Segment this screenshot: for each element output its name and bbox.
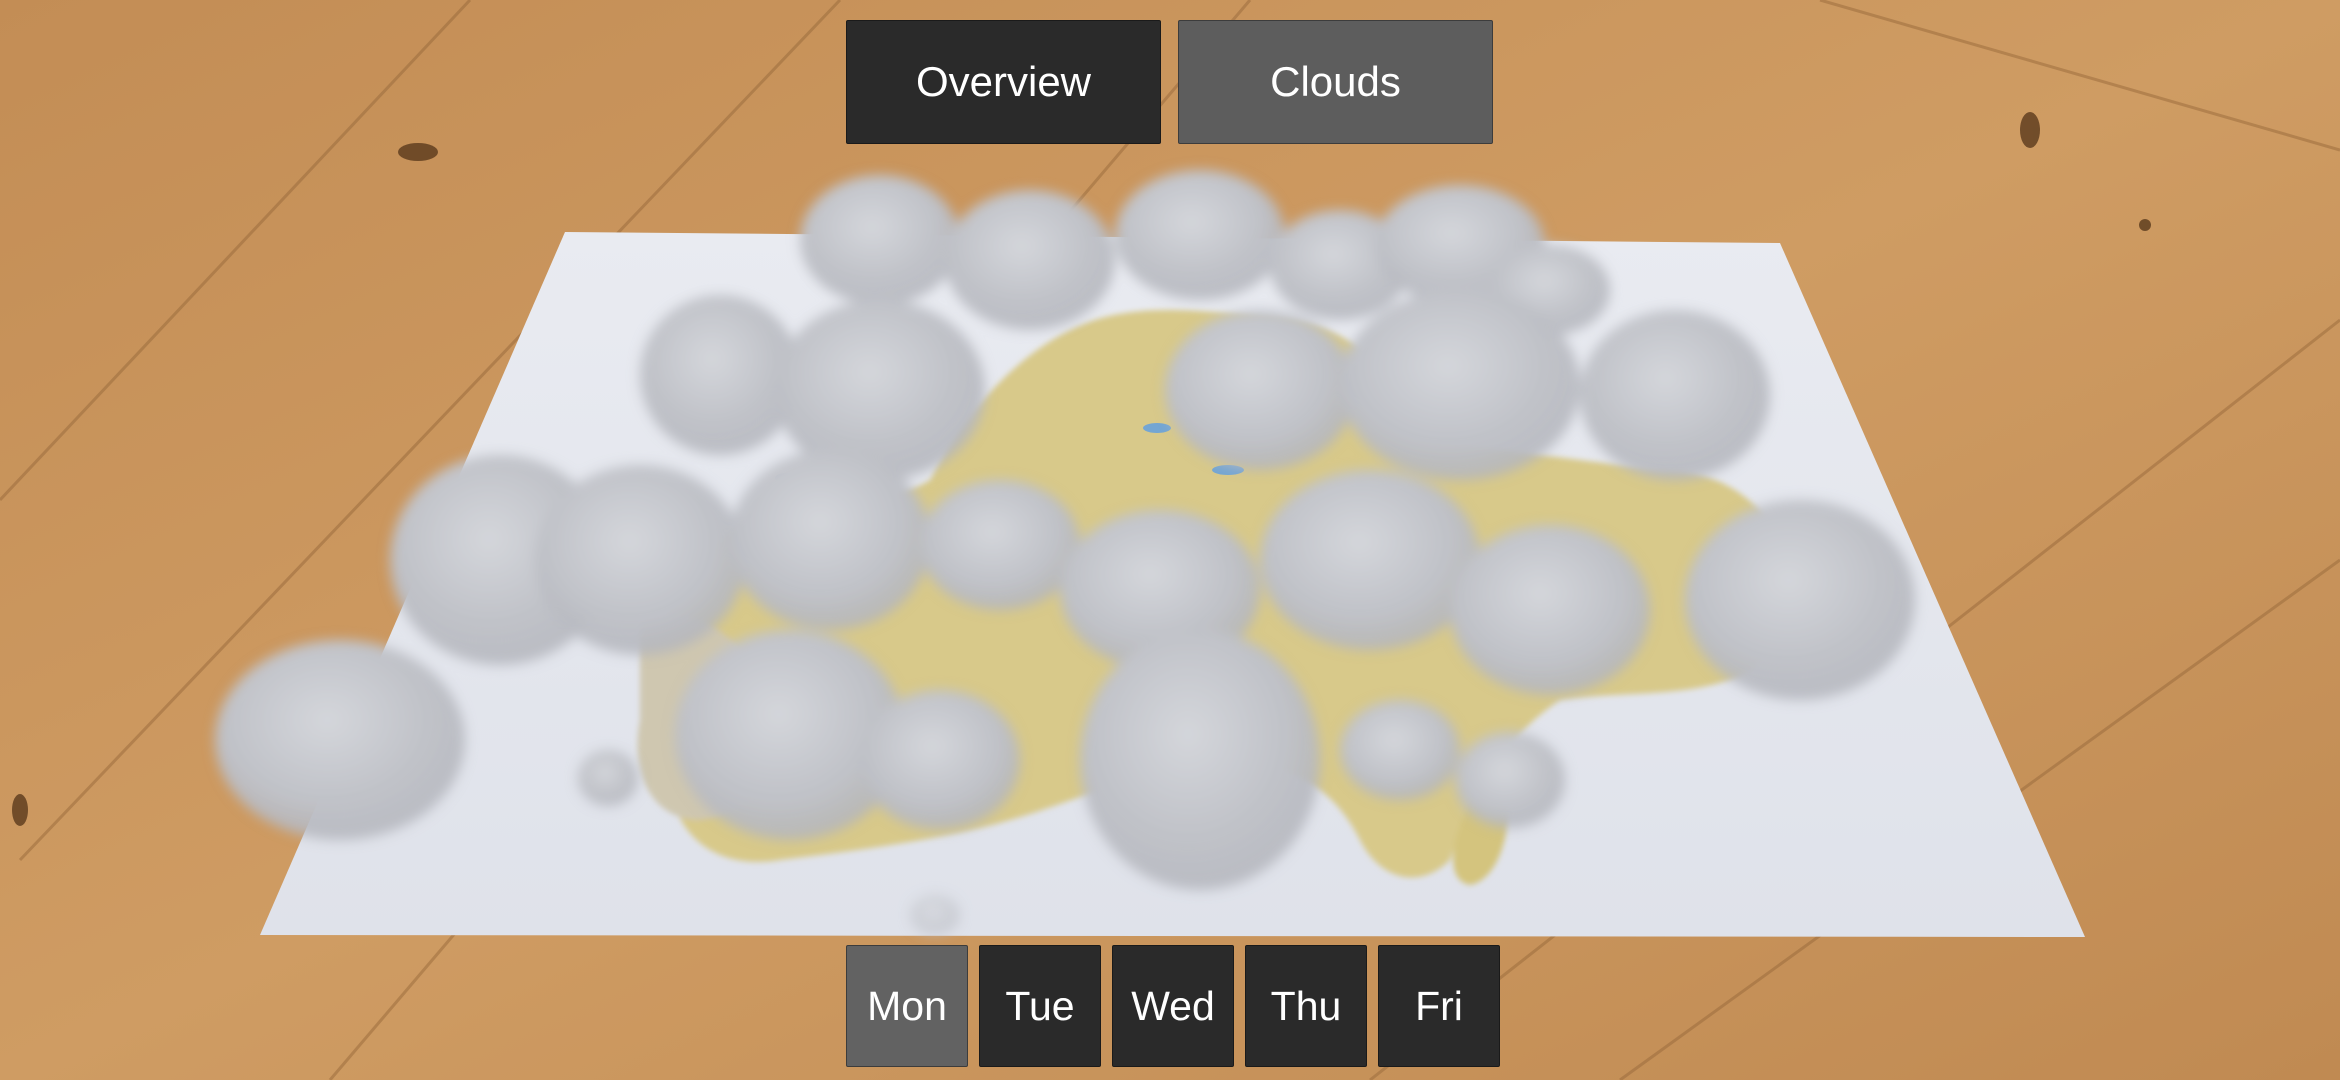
view-tabs: Overview Clouds bbox=[846, 20, 1493, 144]
ar-scene bbox=[0, 0, 2340, 1080]
tab-overview[interactable]: Overview bbox=[846, 20, 1161, 144]
day-button-tue[interactable]: Tue bbox=[979, 945, 1101, 1067]
day-button-thu[interactable]: Thu bbox=[1245, 945, 1367, 1067]
day-button-wed[interactable]: Wed bbox=[1112, 945, 1234, 1067]
day-selector: Mon Tue Wed Thu Fri bbox=[846, 945, 1500, 1067]
day-button-mon[interactable]: Mon bbox=[846, 945, 968, 1067]
day-button-fri[interactable]: Fri bbox=[1378, 945, 1500, 1067]
tab-clouds[interactable]: Clouds bbox=[1178, 20, 1493, 144]
